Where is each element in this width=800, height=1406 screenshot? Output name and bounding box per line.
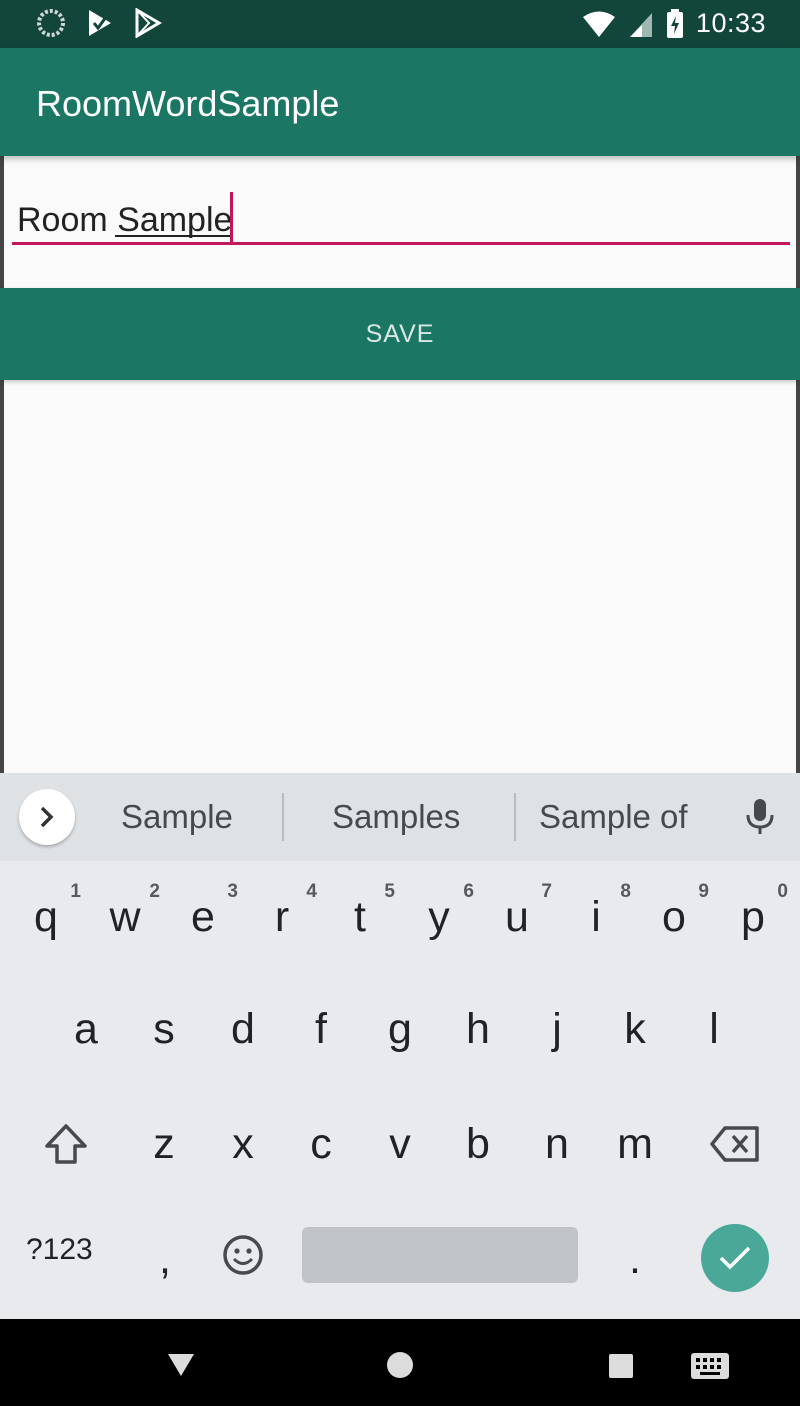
- composing-underline: [115, 235, 230, 237]
- key-v[interactable]: v: [365, 1104, 435, 1184]
- recents-icon[interactable]: [608, 1353, 634, 1379]
- emoji-icon: [223, 1235, 263, 1275]
- comma-key[interactable]: ,: [130, 1219, 200, 1299]
- key-a[interactable]: a: [51, 989, 121, 1069]
- status-bar: 10:33: [0, 0, 800, 48]
- key-r[interactable]: r4: [247, 877, 317, 957]
- key-e[interactable]: e3: [168, 877, 238, 957]
- key-q[interactable]: q1: [11, 877, 81, 957]
- suggestion-strip: Sample Samples Sample of: [0, 773, 800, 861]
- space-key[interactable]: [302, 1227, 578, 1283]
- battery-charging-icon: [666, 8, 683, 38]
- text-cursor: [230, 192, 233, 242]
- wifi-icon: [582, 11, 615, 37]
- emoji-key[interactable]: [208, 1215, 278, 1295]
- backspace-icon: [710, 1126, 759, 1162]
- key-c[interactable]: c: [286, 1104, 356, 1184]
- status-time: 10:33: [695, 8, 766, 38]
- word-input-value: Room Sample: [17, 201, 233, 239]
- save-button[interactable]: SAVE: [0, 288, 800, 380]
- navigation-bar: [0, 1319, 800, 1406]
- key-f[interactable]: f: [286, 989, 356, 1069]
- key-n[interactable]: n: [522, 1104, 592, 1184]
- key-s[interactable]: s: [129, 989, 199, 1069]
- suggestion-divider: [282, 793, 284, 841]
- backspace-key[interactable]: [700, 1104, 770, 1184]
- suggestion-divider: [514, 793, 516, 841]
- suggestion-3[interactable]: Sample of: [539, 797, 688, 837]
- loading-icon: [37, 9, 65, 37]
- key-o[interactable]: o9: [639, 877, 709, 957]
- period-key[interactable]: .: [600, 1219, 670, 1299]
- key-b[interactable]: b: [443, 1104, 513, 1184]
- key-u[interactable]: u7: [482, 877, 552, 957]
- shift-icon: [45, 1124, 87, 1164]
- key-m[interactable]: m: [600, 1104, 670, 1184]
- app-title: RoomWordSample: [36, 83, 340, 124]
- key-p[interactable]: p0: [718, 877, 788, 957]
- play-store-check-icon: [89, 10, 111, 36]
- home-icon[interactable]: [386, 1351, 414, 1379]
- soft-keyboard: Sample Samples Sample of q1 w2 e3 r4 t5 …: [0, 773, 800, 1319]
- chevron-right-icon: [40, 806, 54, 828]
- key-z[interactable]: z: [129, 1104, 199, 1184]
- check-icon: [719, 1246, 751, 1270]
- word-input-field[interactable]: Room Sample: [12, 192, 790, 245]
- enter-key[interactable]: [701, 1224, 769, 1292]
- key-w[interactable]: w2: [90, 877, 160, 957]
- system-icons: 10:33: [582, 8, 766, 39]
- notification-icons: [36, 8, 162, 38]
- key-i[interactable]: i8: [561, 877, 631, 957]
- key-g[interactable]: g: [365, 989, 435, 1069]
- signal-icon: [629, 12, 652, 37]
- symbols-key[interactable]: ?123: [26, 1233, 93, 1267]
- play-store-icon: [135, 8, 162, 38]
- key-j[interactable]: j: [522, 989, 592, 1069]
- suggestion-2[interactable]: Samples: [332, 797, 460, 837]
- keyboard-switch-icon[interactable]: [690, 1352, 730, 1380]
- expand-toolbar-button[interactable]: [19, 789, 75, 845]
- key-d[interactable]: d: [208, 989, 278, 1069]
- key-h[interactable]: h: [443, 989, 513, 1069]
- key-y[interactable]: y6: [404, 877, 474, 957]
- suggestion-1[interactable]: Sample: [121, 797, 233, 837]
- key-t[interactable]: t5: [325, 877, 395, 957]
- back-icon[interactable]: [166, 1352, 196, 1378]
- key-k[interactable]: k: [600, 989, 670, 1069]
- shift-key[interactable]: [31, 1104, 101, 1184]
- key-x[interactable]: x: [208, 1104, 278, 1184]
- key-l[interactable]: l: [679, 989, 749, 1069]
- mic-icon[interactable]: [744, 797, 776, 837]
